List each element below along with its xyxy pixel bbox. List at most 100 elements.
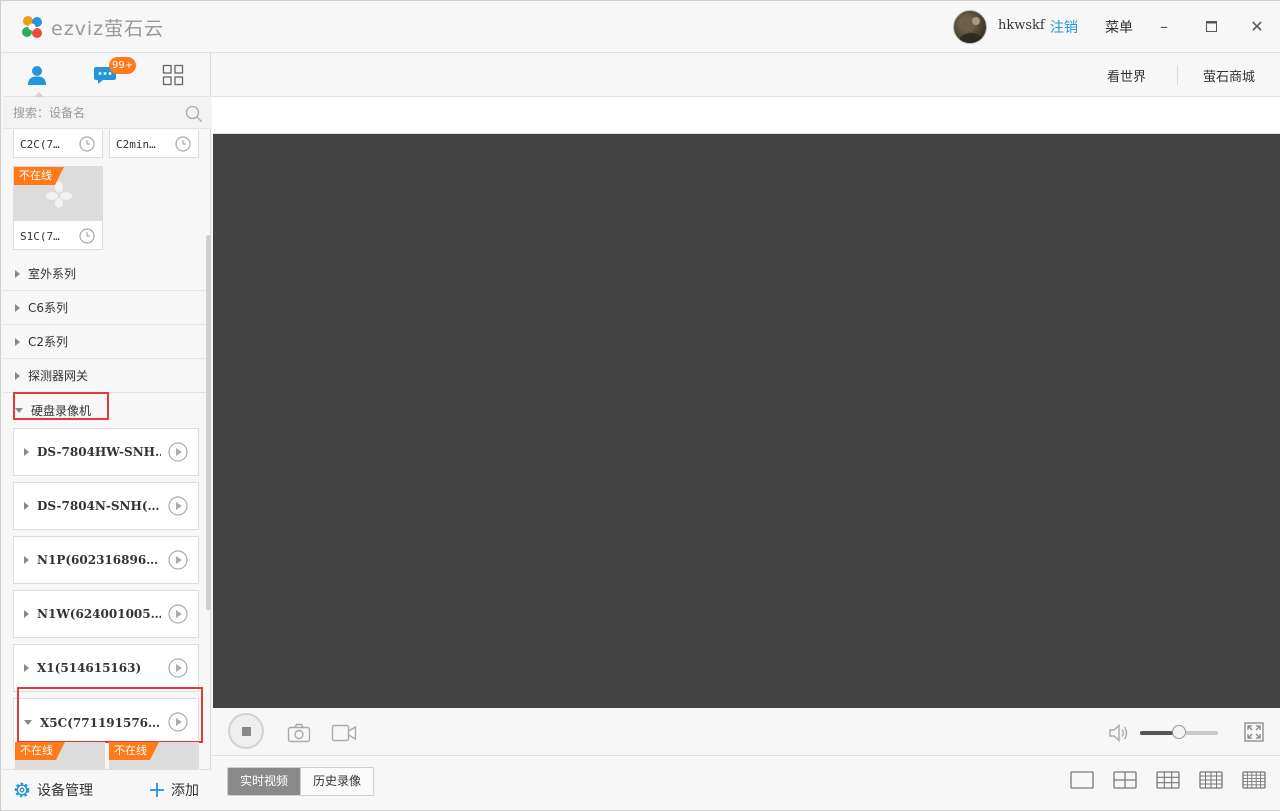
- play-icon[interactable]: [168, 496, 188, 516]
- layout-4x4-icon[interactable]: [1199, 771, 1223, 789]
- stop-icon: [241, 726, 251, 736]
- maximize-button[interactable]: [1200, 15, 1222, 37]
- messages-count-badge: 99+: [109, 57, 137, 74]
- play-icon[interactable]: [168, 550, 188, 570]
- expand-arrow-icon: [15, 371, 20, 380]
- device-sidebar: 99+ C2C(7…: [3, 53, 211, 810]
- playback-clock-icon[interactable]: [78, 227, 96, 245]
- group-label: 室外系列: [28, 267, 77, 281]
- nvr-item[interactable]: DS-7804HW-SNH…: [13, 428, 199, 476]
- offline-badge: 不在线: [15, 742, 65, 760]
- device-search: [3, 97, 211, 129]
- collapse-arrow-icon: [24, 720, 32, 725]
- device-card-name: C2min…: [116, 138, 156, 151]
- nvr-name: N1W(624001005…: [37, 607, 161, 621]
- header-links-bar: 看世界 萤石商城: [212, 53, 1280, 97]
- close-icon: ✕: [1250, 16, 1264, 36]
- expand-arrow-icon: [24, 448, 29, 456]
- camera-snapshot-icon[interactable]: [287, 723, 311, 743]
- fullscreen-icon[interactable]: [1244, 722, 1264, 742]
- group-outdoor[interactable]: 室外系列: [3, 257, 209, 291]
- nvr-name: X1(514615163): [37, 661, 142, 675]
- layout-2x2-icon[interactable]: [1113, 771, 1137, 789]
- nvr-item[interactable]: DS-7804N-SNH(…: [13, 482, 199, 530]
- device-card-c2mini[interactable]: C2min…: [109, 130, 199, 158]
- play-icon[interactable]: [168, 442, 188, 462]
- device-card-name: C2C(7…: [20, 138, 60, 151]
- minimize-button[interactable]: –: [1153, 15, 1175, 37]
- menu-button[interactable]: 菜单: [1105, 17, 1133, 37]
- layout-1x1-icon[interactable]: [1070, 771, 1094, 789]
- plus-icon: [150, 783, 164, 797]
- search-input[interactable]: [13, 103, 173, 123]
- maximize-icon: [1205, 20, 1217, 32]
- play-icon[interactable]: [168, 604, 188, 624]
- volume-slider[interactable]: [1140, 725, 1218, 739]
- play-icon[interactable]: [168, 658, 188, 678]
- bottom-bar: 实时视频 历史录像: [212, 756, 1280, 810]
- play-icon[interactable]: [168, 712, 188, 732]
- device-manage-button[interactable]: 设备管理: [13, 780, 93, 800]
- nvr-name: N1P(602316896…: [37, 553, 159, 567]
- expand-arrow-icon: [15, 269, 20, 278]
- player-controls: [212, 708, 1280, 756]
- ezviz-logo-icon: [22, 16, 42, 38]
- tab-live-video[interactable]: 实时视频: [228, 768, 301, 795]
- video-record-icon[interactable]: [331, 724, 357, 742]
- volume-icon[interactable]: [1108, 723, 1130, 743]
- device-card-s1c[interactable]: 不在线 S1C(7…: [13, 166, 103, 250]
- title-bar: ezviz萤石云 hkwskf 注销 菜单 – ✕: [1, 1, 1280, 53]
- nvr-name: DS-7804HW-SNH…: [37, 445, 161, 459]
- tab-apps[interactable]: [143, 53, 203, 97]
- sidebar-tabs: 99+: [3, 53, 211, 98]
- layout-5x5-icon[interactable]: [1242, 771, 1266, 789]
- volume-slider-knob[interactable]: [1172, 725, 1186, 739]
- logout-link[interactable]: 注销: [1050, 17, 1078, 37]
- add-device-button[interactable]: 添加: [149, 780, 199, 800]
- group-nvr[interactable]: 硬盘录像机: [3, 393, 209, 427]
- expand-arrow-icon: [15, 303, 20, 312]
- device-card-c2c[interactable]: C2C(7…: [13, 130, 103, 158]
- group-label: C2系列: [28, 335, 69, 349]
- video-header-bar: [212, 97, 1280, 134]
- tab-messages[interactable]: 99+: [75, 53, 137, 97]
- sidebar-footer: 设备管理 添加: [3, 769, 211, 810]
- close-button[interactable]: ✕: [1246, 15, 1268, 37]
- nvr-item-expanded[interactable]: X5C(771191576…: [13, 698, 199, 746]
- nvr-item[interactable]: N1W(624001005…: [13, 590, 199, 638]
- group-detector-gateway[interactable]: 探测器网关: [3, 359, 209, 393]
- username: hkwskf: [998, 18, 1045, 33]
- device-card-name: S1C(7…: [20, 230, 60, 243]
- video-viewport[interactable]: [213, 134, 1280, 708]
- avatar-image: [959, 17, 983, 43]
- ezviz-logo: ezviz萤石云: [19, 13, 164, 41]
- device-list: C2C(7… C2min… 不在线 S1C(7… 室外系列 C6系列 C2系列 …: [3, 130, 211, 775]
- collapse-arrow-icon: [15, 407, 23, 413]
- group-label: 探测器网关: [28, 369, 89, 383]
- nvr-item[interactable]: N1P(602316896…: [13, 536, 199, 584]
- nvr-item[interactable]: X1(514615163): [13, 644, 199, 692]
- group-label: 硬盘录像机: [31, 403, 92, 418]
- tab-devices[interactable]: [7, 53, 67, 98]
- sidebar-scrollbar[interactable]: [206, 235, 211, 610]
- mall-link[interactable]: 萤石商城: [1203, 66, 1255, 85]
- view-mode-tabs: 实时视频 历史录像: [227, 767, 375, 796]
- header-divider: [1177, 65, 1178, 85]
- playback-clock-icon[interactable]: [78, 135, 96, 153]
- add-device-label: 添加: [171, 783, 199, 799]
- search-icon[interactable]: [185, 105, 203, 123]
- nvr-name: X5C(771191576…: [40, 715, 161, 730]
- ezviz-client-window: ezviz萤石云 hkwskf 注销 菜单 – ✕ 99+ 搜索：设备名 C2C…: [0, 0, 1280, 811]
- logo-text: ezviz萤石云: [51, 17, 165, 40]
- expand-arrow-icon: [24, 664, 29, 672]
- layout-3x3-icon[interactable]: [1156, 771, 1180, 789]
- user-avatar[interactable]: [953, 10, 987, 44]
- group-c6[interactable]: C6系列: [3, 291, 209, 325]
- group-label: C6系列: [28, 301, 69, 315]
- see-world-link[interactable]: 看世界: [1107, 66, 1146, 85]
- playback-clock-icon[interactable]: [174, 135, 192, 153]
- tab-history-recording[interactable]: 历史录像: [300, 768, 374, 795]
- group-c2[interactable]: C2系列: [3, 325, 209, 359]
- stop-button[interactable]: [228, 713, 264, 749]
- gear-icon: [14, 782, 30, 798]
